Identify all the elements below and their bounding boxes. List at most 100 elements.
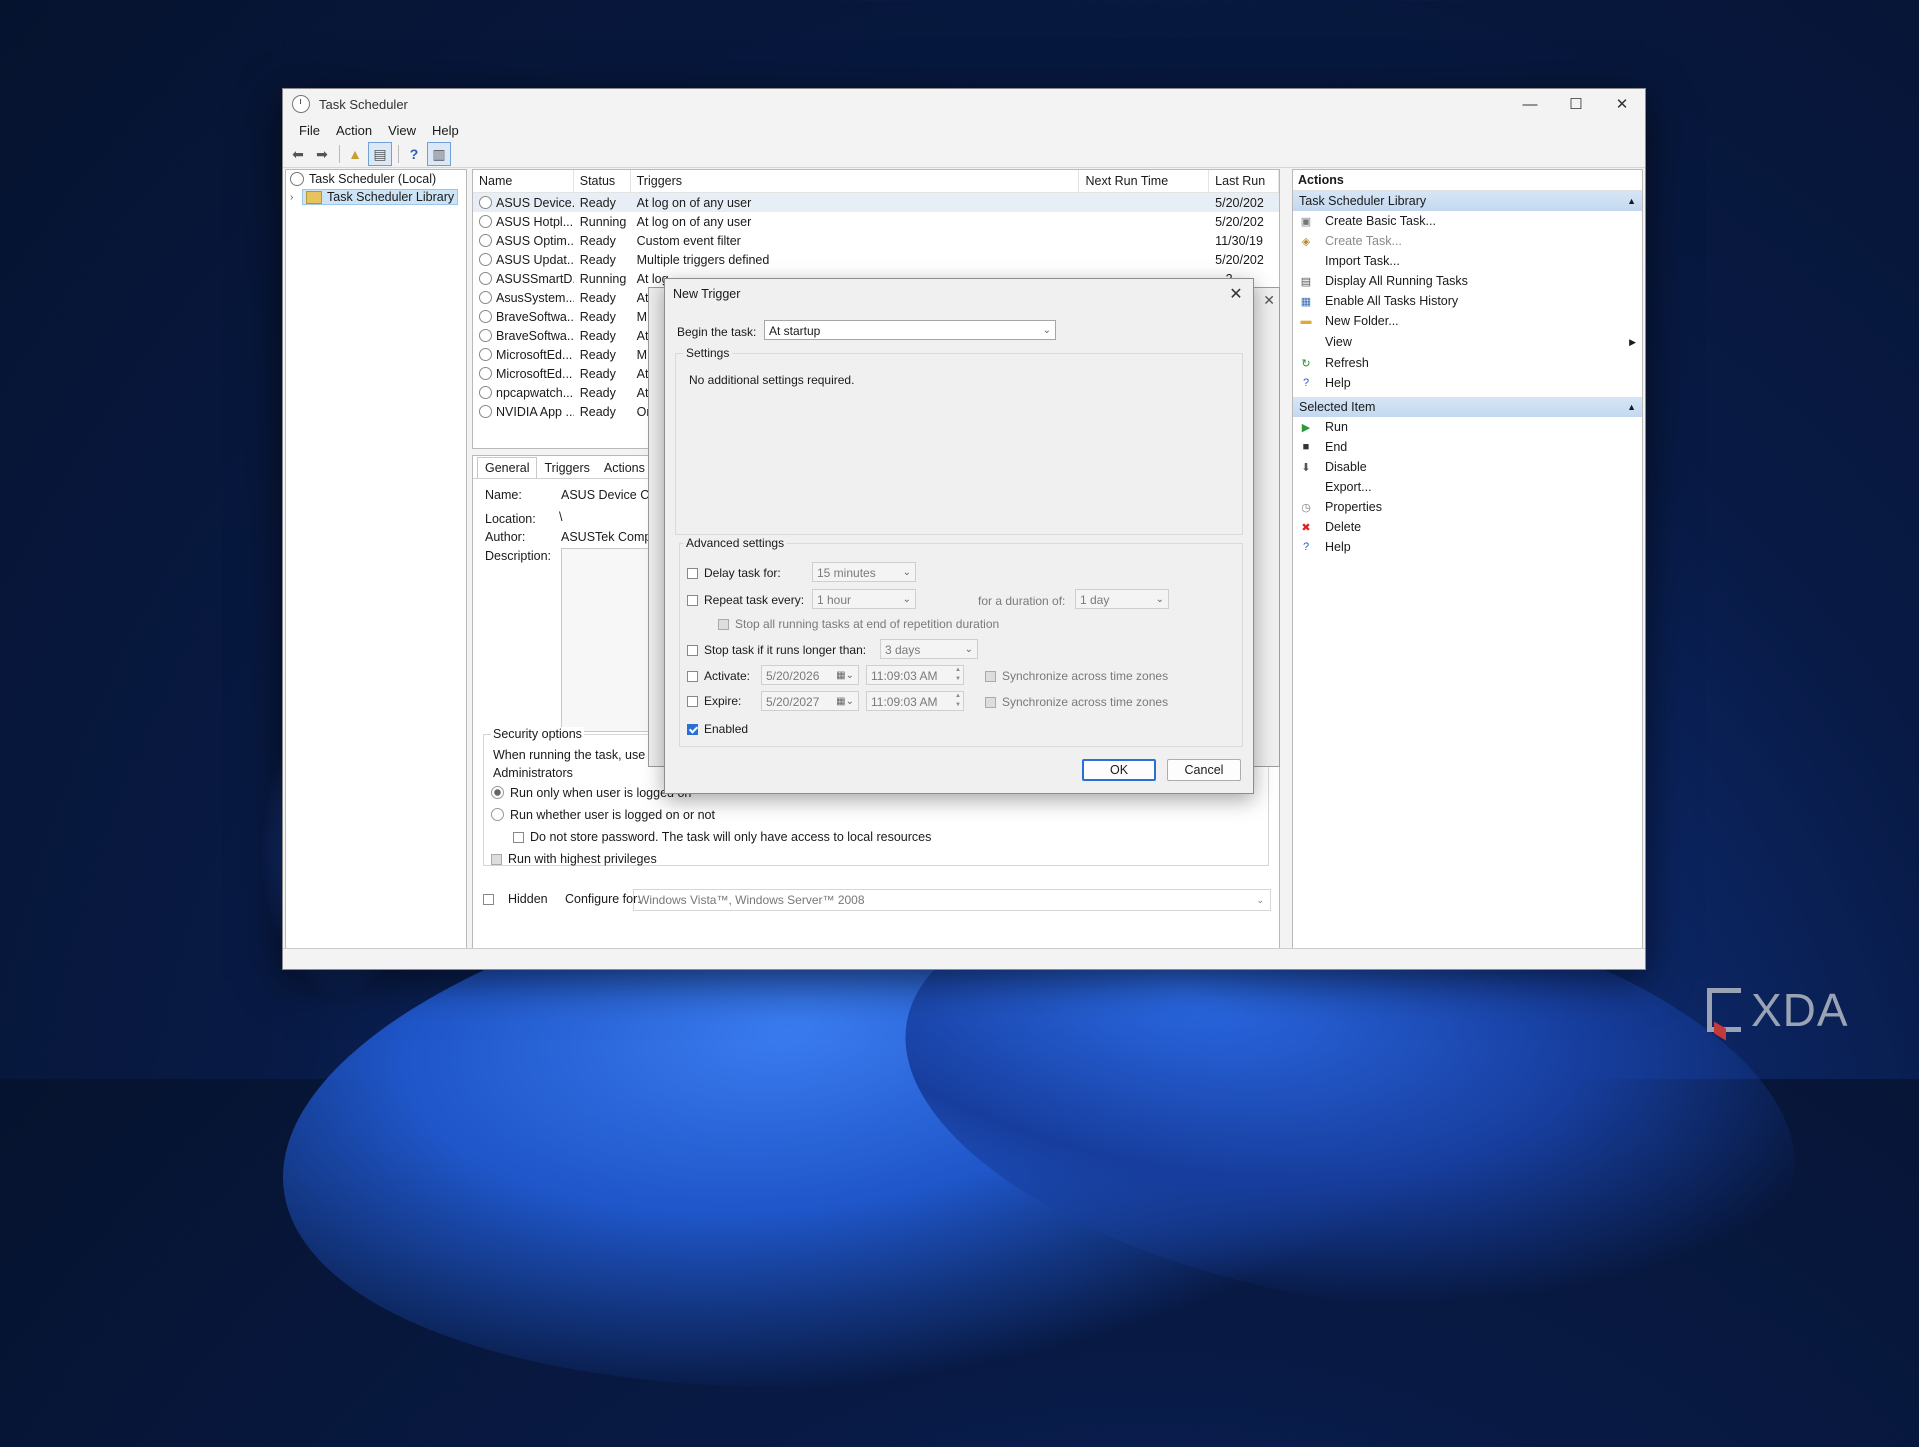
forward-icon[interactable]: ➡ xyxy=(311,143,333,165)
begin-task-select[interactable]: At startup ⌄ xyxy=(764,320,1056,340)
checkbox-icon[interactable] xyxy=(687,568,698,579)
export-icon xyxy=(1299,480,1313,494)
column-header[interactable]: Triggers xyxy=(631,170,1080,192)
delay-select[interactable]: 15 minutes ⌄ xyxy=(812,562,916,582)
menu-help[interactable]: Help xyxy=(424,123,467,138)
task-clock-icon xyxy=(479,252,492,266)
action-pane-icon[interactable]: ▥ xyxy=(427,142,451,166)
table-row[interactable]: ASUS Hotpl... Running At log on of any use… xyxy=(473,212,1279,231)
stop-all-checkbox[interactable]: Stop all running tasks at end of repetit… xyxy=(718,617,999,631)
action-label: Display All Running Tasks xyxy=(1325,274,1468,288)
action-item[interactable]: ◈ Create Task... xyxy=(1293,231,1642,251)
column-header[interactable]: Status xyxy=(574,170,631,192)
checkbox-icon[interactable] xyxy=(687,595,698,606)
cancel-button[interactable]: Cancel xyxy=(1167,759,1241,781)
task-name: npcapwatch... xyxy=(496,385,574,400)
tab-general[interactable]: General xyxy=(477,457,538,478)
collapse-icon[interactable]: ▲ xyxy=(1627,191,1636,211)
expire-sync-checkbox[interactable]: Synchronize across time zones xyxy=(985,695,1168,709)
table-row[interactable]: ASUS Optim... Ready Custom event filter 11/… xyxy=(473,231,1279,250)
task-list-header: Name Status Triggers Next Run Time Last … xyxy=(473,170,1279,193)
tab-triggers[interactable]: Triggers xyxy=(537,458,596,478)
stop-task-select[interactable]: 3 days ⌄ xyxy=(880,639,978,659)
highest-privileges[interactable]: Run with highest privileges xyxy=(491,852,657,866)
actions-section-library[interactable]: Task Scheduler Library ▲ xyxy=(1293,191,1642,211)
back-icon[interactable]: ⬅ xyxy=(287,143,309,165)
activate-sync-checkbox[interactable]: Synchronize across time zones xyxy=(985,669,1168,683)
close-icon[interactable]: ✕ xyxy=(1219,284,1253,304)
checkbox-icon[interactable] xyxy=(687,645,698,656)
tree-root[interactable]: Task Scheduler (Local) xyxy=(286,170,466,188)
checkbox-icon[interactable] xyxy=(687,696,698,707)
action-item[interactable]: ▦ Enable All Tasks History xyxy=(1293,291,1642,311)
radio-icon[interactable] xyxy=(491,786,504,799)
end-icon: ■ xyxy=(1302,441,1310,453)
activate-date[interactable]: 5/20/2026 ▦⌄ xyxy=(761,665,859,685)
action-item[interactable]: ▶ Run xyxy=(1293,417,1642,437)
checkbox-checked-icon[interactable] xyxy=(687,724,698,735)
ok-button[interactable]: OK xyxy=(1082,759,1156,781)
checkbox-icon[interactable] xyxy=(687,671,698,682)
status-bar xyxy=(283,948,1645,969)
checkbox-icon[interactable] xyxy=(985,697,996,708)
radio-logged-on[interactable]: Run only when user is logged on xyxy=(491,786,691,800)
repeat-checkbox[interactable]: Repeat task every: xyxy=(687,593,804,607)
tree-library[interactable]: › Task Scheduler Library xyxy=(286,188,466,206)
duration-select[interactable]: 1 day ⌄ xyxy=(1075,589,1169,609)
action-item[interactable]: ▬ New Folder... xyxy=(1293,311,1642,331)
action-item[interactable]: View ▶ xyxy=(1293,332,1642,352)
action-item[interactable]: ✖ Delete xyxy=(1293,517,1642,537)
folder-up-icon[interactable]: ▲ xyxy=(344,143,366,165)
task-name: AsusSystem... xyxy=(496,290,574,305)
hidden-checkbox[interactable]: Hidden xyxy=(483,892,548,906)
table-row[interactable]: ASUS Device... Ready At log on of any user… xyxy=(473,193,1279,212)
tab-actions[interactable]: Actions xyxy=(597,458,652,478)
menu-action[interactable]: Action xyxy=(328,123,380,138)
no-store-password[interactable]: Do not store password. The task will onl… xyxy=(513,830,931,844)
repeat-select[interactable]: 1 hour ⌄ xyxy=(812,589,916,609)
minimize-button[interactable]: — xyxy=(1507,89,1553,119)
close-button[interactable]: ✕ xyxy=(1599,89,1645,119)
checkbox-icon[interactable] xyxy=(491,854,502,865)
stop-task-checkbox[interactable]: Stop task if it runs longer than: xyxy=(687,643,866,657)
activate-time[interactable]: 11:09:03 AM ▲ ▼ xyxy=(866,665,964,685)
expire-date[interactable]: 5/20/2027 ▦⌄ xyxy=(761,691,859,711)
checkbox-icon[interactable] xyxy=(483,894,494,905)
checkbox-icon[interactable] xyxy=(513,832,524,843)
table-row[interactable]: ASUS Updat... Ready Multiple triggers defi… xyxy=(473,250,1279,269)
collapse-icon[interactable]: ▲ xyxy=(1627,397,1636,417)
menu-file[interactable]: File xyxy=(291,123,328,138)
close-icon[interactable]: ✕ xyxy=(1263,292,1275,309)
action-item[interactable]: Export... xyxy=(1293,477,1642,497)
enabled-checkbox[interactable]: Enabled xyxy=(687,722,748,736)
expire-time[interactable]: 11:09:03 AM ▲ ▼ xyxy=(866,691,964,711)
column-header[interactable]: Last Run xyxy=(1209,170,1279,192)
column-header[interactable]: Next Run Time xyxy=(1079,170,1210,192)
action-item[interactable]: ▤ Display All Running Tasks xyxy=(1293,271,1642,291)
radio-whether-logged[interactable]: Run whether user is logged on or not xyxy=(491,808,715,822)
action-item[interactable]: ▣ Create Basic Task... xyxy=(1293,211,1642,231)
menu-view[interactable]: View xyxy=(380,123,424,138)
checkbox-icon[interactable] xyxy=(985,671,996,682)
task-clock-icon xyxy=(479,290,492,304)
radio-icon[interactable] xyxy=(491,808,504,821)
action-item[interactable]: ◷ Properties xyxy=(1293,497,1642,517)
column-header[interactable]: Name xyxy=(473,170,574,192)
activate-checkbox[interactable]: Activate: xyxy=(687,669,750,683)
delay-checkbox[interactable]: Delay task for: xyxy=(687,566,781,580)
checkbox-icon[interactable] xyxy=(718,619,729,630)
actions-section-selected[interactable]: Selected Item ▲ xyxy=(1293,397,1642,417)
expire-checkbox[interactable]: Expire: xyxy=(687,694,741,708)
action-item[interactable]: ■ End xyxy=(1293,437,1642,457)
maximize-button[interactable]: ☐ xyxy=(1553,89,1599,119)
action-item[interactable]: ↻ Refresh xyxy=(1293,353,1642,373)
action-item[interactable]: Import Task... xyxy=(1293,251,1642,271)
action-item[interactable]: ⬇ Disable xyxy=(1293,457,1642,477)
duration-label: for a duration of: xyxy=(978,594,1066,608)
action-item[interactable]: ? Help xyxy=(1293,537,1642,557)
configure-select[interactable]: Windows Vista™, Windows Server™ 2008 ⌄ xyxy=(633,889,1271,911)
expand-arrow-icon[interactable]: › xyxy=(290,192,302,203)
action-item[interactable]: ? Help xyxy=(1293,373,1642,393)
help-icon[interactable]: ? xyxy=(403,143,425,165)
console-tree-icon[interactable]: ▤ xyxy=(368,142,392,166)
